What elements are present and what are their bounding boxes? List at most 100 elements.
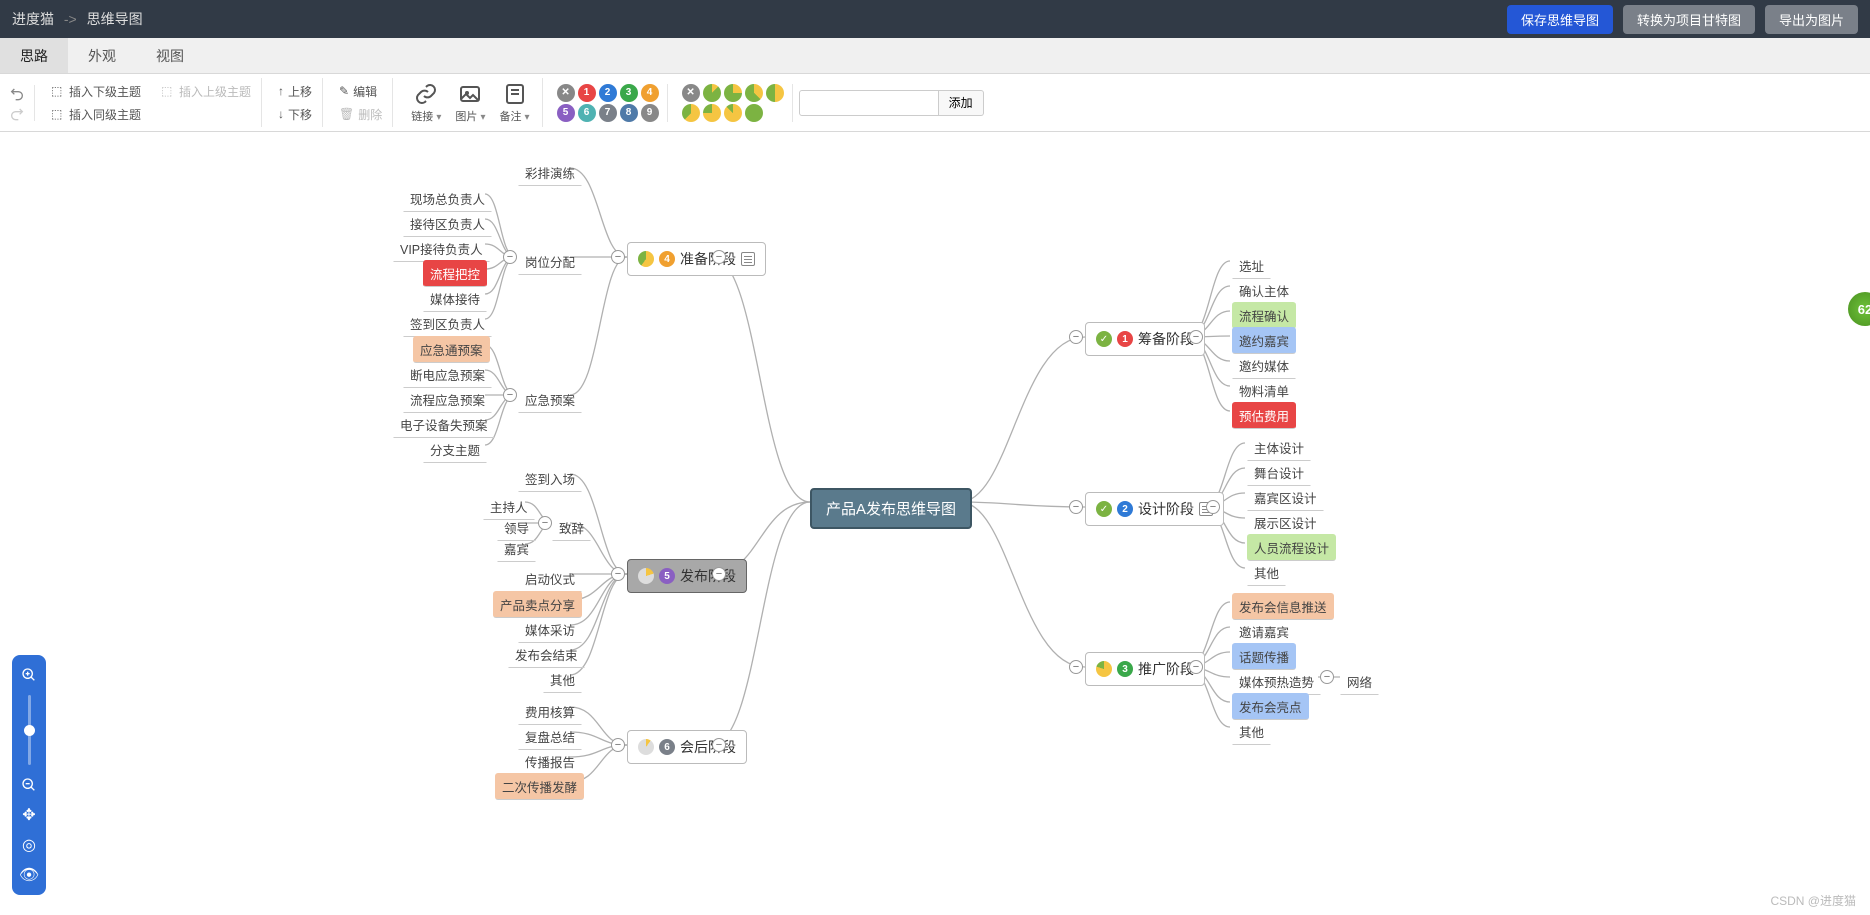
node-selling[interactable]: 产品卖点分享 — [493, 591, 582, 618]
node-phase-design[interactable]: ✓ 2 设计阶段 — [1085, 492, 1224, 526]
priority-4[interactable]: 4 — [641, 84, 659, 102]
node-pos3[interactable]: VIP接待负责人 — [393, 235, 490, 262]
node-pos5[interactable]: 媒体接待 — [423, 285, 487, 312]
priority-3[interactable]: 3 — [620, 84, 638, 102]
pan-button[interactable]: ✥ — [19, 805, 39, 825]
zoom-in-button[interactable] — [19, 665, 39, 685]
priority-9[interactable]: 9 — [641, 104, 659, 122]
node-phase-plan[interactable]: ✓ 1 筹备阶段 — [1085, 322, 1205, 356]
toggle-post-right[interactable]: − — [712, 738, 726, 752]
toggle-prepare-right[interactable]: − — [712, 250, 726, 264]
toggle-speech[interactable]: − — [538, 516, 552, 530]
node-root[interactable]: 产品A发布思维导图 — [810, 488, 972, 529]
move-up-button[interactable]: ↑上移 — [274, 81, 316, 102]
node-review[interactable]: 复盘总结 — [518, 723, 582, 750]
toggle-publish-left[interactable]: − — [611, 567, 625, 581]
node-des2[interactable]: 舞台设计 — [1247, 459, 1311, 486]
progress-50[interactable] — [766, 84, 784, 102]
node-emergency[interactable]: 应急预案 — [518, 386, 582, 413]
node-em4[interactable]: 电子设备失预案 — [393, 411, 495, 438]
progress-37[interactable] — [745, 84, 763, 102]
tab-idea[interactable]: 思路 — [0, 38, 68, 73]
node-cost[interactable]: 费用核算 — [518, 698, 582, 725]
node-position[interactable]: 岗位分配 — [518, 248, 582, 275]
priority-1[interactable]: 1 — [578, 84, 596, 102]
preview-button[interactable]: 👁 — [19, 865, 39, 885]
note-icon[interactable] — [741, 252, 755, 266]
convert-gantt-button[interactable]: 转换为项目甘特图 — [1623, 5, 1755, 34]
toggle-pro4[interactable]: − — [1320, 670, 1334, 684]
node-pro2[interactable]: 邀请嘉宾 — [1232, 618, 1296, 645]
insert-parent-button[interactable]: ⬚插入上级主题 — [157, 81, 255, 102]
priority-7[interactable]: 7 — [599, 104, 617, 122]
toggle-prepare-left[interactable]: − — [611, 250, 625, 264]
progress-87[interactable] — [724, 104, 742, 122]
progress-100[interactable] — [745, 104, 763, 122]
node-guest[interactable]: 嘉宾 — [497, 535, 536, 562]
node-phase-prepare[interactable]: 4 准备阶段 — [627, 242, 766, 276]
delete-button[interactable]: 🗑删除 — [335, 104, 386, 125]
locate-button[interactable]: ◎ — [19, 835, 39, 855]
toggle-plan-left[interactable]: − — [1069, 330, 1083, 344]
node-plan2[interactable]: 确认主体 — [1232, 277, 1296, 304]
toggle-design-right[interactable]: − — [1206, 500, 1220, 514]
progress-12[interactable] — [703, 84, 721, 102]
node-pro6[interactable]: 其他 — [1232, 718, 1271, 745]
node-plan5[interactable]: 邀约媒体 — [1232, 352, 1296, 379]
node-des6[interactable]: 其他 — [1247, 559, 1286, 586]
zoom-handle[interactable] — [24, 725, 35, 736]
node-em2[interactable]: 断电应急预案 — [403, 361, 492, 388]
toggle-position[interactable]: − — [503, 250, 517, 264]
redo-icon[interactable] — [8, 105, 26, 121]
node-phase-publish[interactable]: 5 发布阶段 — [627, 559, 747, 593]
mindmap-canvas[interactable]: 产品A发布思维导图 4 准备阶段 − − 彩排演练 岗位分配 − 现场总负责人 … — [0, 132, 1870, 915]
node-end[interactable]: 发布会结束 — [508, 641, 585, 668]
add-input[interactable] — [799, 90, 939, 116]
node-plan4[interactable]: 邀约嘉宾 — [1232, 327, 1296, 354]
node-speech[interactable]: 致辞 — [552, 514, 591, 541]
node-plan3[interactable]: 流程确认 — [1232, 302, 1296, 329]
node-des5[interactable]: 人员流程设计 — [1247, 534, 1336, 561]
note-button[interactable]: 备注 ▾ — [493, 82, 535, 124]
toggle-plan-right[interactable]: − — [1189, 330, 1203, 344]
progress-62[interactable] — [682, 104, 700, 122]
node-phase-post[interactable]: 6 会后阶段 — [627, 730, 747, 764]
undo-icon[interactable] — [8, 85, 26, 101]
tab-appearance[interactable]: 外观 — [68, 38, 136, 73]
node-pro1[interactable]: 发布会信息推送 — [1232, 593, 1334, 620]
toggle-promo-left[interactable]: − — [1069, 660, 1083, 674]
node-plan1[interactable]: 选址 — [1232, 252, 1271, 279]
move-down-button[interactable]: ↓下移 — [274, 104, 316, 125]
toggle-design-left[interactable]: − — [1069, 500, 1083, 514]
node-pub-other[interactable]: 其他 — [543, 666, 582, 693]
node-media[interactable]: 媒体采访 — [518, 616, 582, 643]
node-des4[interactable]: 展示区设计 — [1247, 509, 1324, 536]
node-phase-promo[interactable]: 3 推广阶段 — [1085, 652, 1205, 686]
node-des3[interactable]: 嘉宾区设计 — [1247, 484, 1324, 511]
edit-button[interactable]: ✎编辑 — [335, 81, 386, 102]
add-button[interactable]: 添加 — [939, 90, 984, 116]
node-pro4b[interactable]: 网络 — [1340, 668, 1379, 695]
toggle-promo-right[interactable]: − — [1189, 660, 1203, 674]
node-signin[interactable]: 签到入场 — [518, 465, 582, 492]
node-pos4[interactable]: 流程把控 — [423, 260, 487, 287]
node-pos6[interactable]: 签到区负责人 — [403, 310, 492, 337]
image-button[interactable]: 图片 ▾ — [449, 82, 491, 124]
save-button[interactable]: 保存思维导图 — [1507, 5, 1613, 34]
priority-8[interactable]: 8 — [620, 104, 638, 122]
node-pro5[interactable]: 发布会亮点 — [1232, 693, 1309, 720]
tab-view[interactable]: 视图 — [136, 38, 204, 73]
toggle-publish-right[interactable]: − — [712, 567, 726, 581]
node-report[interactable]: 传播报告 — [518, 748, 582, 775]
node-pos2[interactable]: 接待区负责人 — [403, 210, 492, 237]
node-pro4[interactable]: 媒体预热造势 — [1232, 668, 1321, 695]
node-plan6[interactable]: 物料清单 — [1232, 377, 1296, 404]
priority-2[interactable]: 2 — [599, 84, 617, 102]
toggle-emergency[interactable]: − — [503, 388, 517, 402]
zoom-out-button[interactable] — [19, 775, 39, 795]
insert-sibling-button[interactable]: ⬚插入同级主题 — [47, 104, 255, 125]
node-des1[interactable]: 主体设计 — [1247, 434, 1311, 461]
node-pos1[interactable]: 现场总负责人 — [403, 185, 492, 212]
link-button[interactable]: 链接 ▾ — [405, 82, 447, 124]
export-image-button[interactable]: 导出为图片 — [1765, 5, 1858, 34]
